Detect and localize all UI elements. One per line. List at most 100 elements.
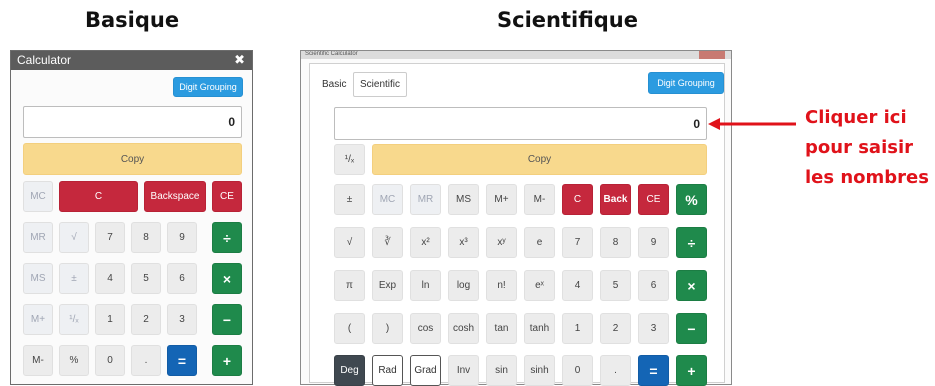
- basic-key-equals[interactable]: =: [167, 345, 197, 376]
- basic-title-bar: Calculator ✖: [11, 51, 252, 70]
- basic-key-4[interactable]: 4: [95, 263, 125, 294]
- sci-key-plus-minus[interactable]: ±: [334, 184, 365, 215]
- sci-key-3[interactable]: 3: [638, 313, 669, 344]
- sci-key-deg[interactable]: Deg: [334, 355, 365, 386]
- basic-key-plus-minus[interactable]: ±: [59, 263, 89, 294]
- heading-scientific: Scientifique: [497, 8, 638, 32]
- sci-key-exp[interactable]: Exp: [372, 270, 403, 301]
- basic-key-m-[interactable]: M+: [23, 304, 53, 335]
- sci-key-cosh[interactable]: cosh: [448, 313, 479, 344]
- basic-key-divide[interactable]: ÷: [212, 222, 242, 253]
- basic-key-ms[interactable]: MS: [23, 263, 53, 294]
- sci-key-divide[interactable]: ÷: [676, 227, 707, 258]
- annotation-text: Cliquer ici pour saisir les nombres: [805, 103, 929, 193]
- sci-key-ms[interactable]: MS: [448, 184, 479, 215]
- annotation-line-1: Cliquer ici: [805, 107, 907, 128]
- sci-key-m-[interactable]: M+: [486, 184, 517, 215]
- sci-key-mc[interactable]: MC: [372, 184, 403, 215]
- sci-key-power[interactable]: xʸ: [486, 227, 517, 258]
- sci-key-minus[interactable]: −: [676, 313, 707, 344]
- sci-key-open-paren[interactable]: (: [334, 313, 365, 344]
- sci-key-percent[interactable]: %: [676, 184, 707, 215]
- sci-key-8[interactable]: 8: [600, 227, 631, 258]
- basic-key-0[interactable]: 0: [95, 345, 125, 376]
- basic-key-8[interactable]: 8: [131, 222, 161, 253]
- basic-key-plus[interactable]: +: [212, 345, 242, 376]
- sci-key-close-paren[interactable]: ): [372, 313, 403, 344]
- sci-key-2[interactable]: 2: [600, 313, 631, 344]
- sci-key-sinh[interactable]: sinh: [524, 355, 555, 386]
- close-icon[interactable]: [699, 51, 725, 59]
- sci-key-multiply[interactable]: ×: [676, 270, 707, 301]
- basic-key-7[interactable]: 7: [95, 222, 125, 253]
- basic-key-minus[interactable]: −: [212, 304, 242, 335]
- sci-key-9[interactable]: 9: [638, 227, 669, 258]
- annotation-line-2: pour saisir: [805, 137, 913, 158]
- basic-key-ce[interactable]: CE: [212, 181, 242, 212]
- sci-key-m-[interactable]: M-: [524, 184, 555, 215]
- annotation-line-3: les nombres: [805, 167, 929, 188]
- sci-key-sqrt[interactable]: √: [334, 227, 365, 258]
- basic-key-2[interactable]: 2: [131, 304, 161, 335]
- sci-key-exp-e[interactable]: eˣ: [524, 270, 555, 301]
- sci-key-7[interactable]: 7: [562, 227, 593, 258]
- sci-key-cos[interactable]: cos: [410, 313, 441, 344]
- basic-key-backspace[interactable]: Backspace: [144, 181, 206, 212]
- close-icon[interactable]: ✖: [234, 52, 245, 68]
- basic-key-3[interactable]: 3: [167, 304, 197, 335]
- basic-key-mc[interactable]: MC: [23, 181, 53, 212]
- sci-key-inv[interactable]: Inv: [448, 355, 479, 386]
- sci-key-factorial[interactable]: n!: [486, 270, 517, 301]
- sci-key-6[interactable]: 6: [638, 270, 669, 301]
- sci-key-1[interactable]: 1: [562, 313, 593, 344]
- heading-basic: Basique: [85, 8, 180, 32]
- basic-key-5[interactable]: 5: [131, 263, 161, 294]
- sci-copy-button[interactable]: Copy: [372, 144, 707, 175]
- basic-key-6[interactable]: 6: [167, 263, 197, 294]
- sci-key-c[interactable]: C: [562, 184, 593, 215]
- basic-key-reciprocal[interactable]: ¹/ₓ: [59, 304, 89, 335]
- sci-window-title: Scientific Calculator: [305, 51, 358, 57]
- sci-key-ln[interactable]: ln: [410, 270, 441, 301]
- sci-key-ce[interactable]: CE: [638, 184, 669, 215]
- basic-key-1[interactable]: 1: [95, 304, 125, 335]
- basic-key-c[interactable]: C: [59, 181, 138, 212]
- basic-key-sqrt[interactable]: √: [59, 222, 89, 253]
- sci-key-4[interactable]: 4: [562, 270, 593, 301]
- sci-key-cbrt[interactable]: ∛: [372, 227, 403, 258]
- sci-digit-grouping-button[interactable]: Digit Grouping: [648, 72, 724, 94]
- basic-key-m-[interactable]: M-: [23, 345, 53, 376]
- sci-key-sin[interactable]: sin: [486, 355, 517, 386]
- sci-title-bar: Scientific Calculator: [301, 51, 731, 59]
- sci-key-decimal[interactable]: .: [600, 355, 631, 386]
- basic-key-mr[interactable]: MR: [23, 222, 53, 253]
- sci-key-log[interactable]: log: [448, 270, 479, 301]
- annotation-arrow-icon: [708, 118, 796, 130]
- sci-key-back[interactable]: Back: [600, 184, 631, 215]
- sci-key-0[interactable]: 0: [562, 355, 593, 386]
- sci-display-input[interactable]: 0: [334, 107, 707, 140]
- sci-key-equals[interactable]: =: [638, 355, 669, 386]
- sci-key-cube[interactable]: x³: [448, 227, 479, 258]
- sci-key-grad[interactable]: Grad: [410, 355, 441, 386]
- sci-reciprocal-button[interactable]: ¹/ₓ: [334, 144, 365, 175]
- tab-scientific[interactable]: Scientific: [353, 72, 408, 97]
- sci-key-5[interactable]: 5: [600, 270, 631, 301]
- sci-key-pi[interactable]: π: [334, 270, 365, 301]
- digit-grouping-button[interactable]: Digit Grouping: [173, 77, 243, 97]
- sci-key-tan[interactable]: tan: [486, 313, 517, 344]
- tab-basic[interactable]: Basic: [315, 72, 353, 97]
- basic-window-title: Calculator: [17, 53, 72, 67]
- basic-copy-button[interactable]: Copy: [23, 143, 242, 175]
- sci-key-rad[interactable]: Rad: [372, 355, 403, 386]
- basic-display-input[interactable]: 0: [23, 106, 242, 138]
- basic-key-multiply[interactable]: ×: [212, 263, 242, 294]
- sci-key-plus[interactable]: +: [676, 355, 707, 386]
- sci-key-mr[interactable]: MR: [410, 184, 441, 215]
- sci-key-e[interactable]: e: [524, 227, 555, 258]
- sci-key-tanh[interactable]: tanh: [524, 313, 555, 344]
- basic-key-percent[interactable]: %: [59, 345, 89, 376]
- basic-key-9[interactable]: 9: [167, 222, 197, 253]
- basic-key-decimal[interactable]: .: [131, 345, 161, 376]
- sci-key-square[interactable]: x²: [410, 227, 441, 258]
